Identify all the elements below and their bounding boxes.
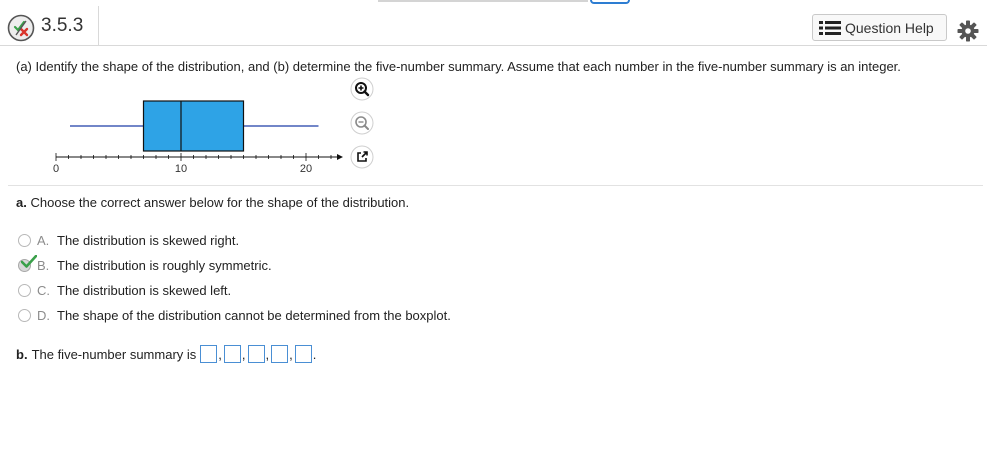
open-external-icon[interactable]: [350, 145, 374, 169]
separator: ,: [289, 346, 293, 362]
option-text: The distribution is roughly symmetric.: [57, 257, 272, 273]
radio-a[interactable]: [18, 233, 31, 247]
list-icon: [819, 20, 841, 35]
question-prompt: (a) Identify the shape of the distributi…: [16, 59, 901, 74]
option-text: The distribution is skewed right.: [57, 232, 240, 248]
tick-label: 10: [175, 163, 187, 175]
option-a[interactable]: A. The distribution is skewed right.: [18, 231, 239, 249]
zoom-in-icon[interactable]: [350, 77, 374, 101]
boxplot-chart: 0 10 20: [53, 100, 343, 175]
zoom-out-icon[interactable]: [350, 111, 374, 135]
option-letter: D.: [37, 307, 50, 323]
boxplot-figure: 0 10 20: [52, 88, 352, 180]
option-c[interactable]: C. The distribution is skewed left.: [18, 281, 231, 299]
radio-b-selected[interactable]: [18, 254, 37, 272]
question-help-label: Question Help: [845, 19, 934, 36]
answer-box-q3[interactable]: [271, 345, 289, 363]
answer-box-max[interactable]: [294, 345, 312, 363]
option-letter: A.: [37, 232, 50, 248]
radio-c[interactable]: [18, 283, 31, 297]
radio-d[interactable]: [18, 308, 31, 322]
part-a-label: a.: [16, 195, 27, 210]
separator: .: [312, 346, 317, 362]
option-b[interactable]: B. The distribution is roughly symmetric…: [18, 254, 272, 274]
question-help-button[interactable]: Question Help: [812, 14, 947, 41]
section-divider: [8, 185, 983, 186]
strip-divider: [378, 0, 588, 2]
question-header: 3.5.3 Question Help: [0, 6, 987, 46]
answer-box-min[interactable]: [200, 345, 218, 363]
question-number: 3.5.3: [41, 15, 84, 36]
part-b-label: b.: [16, 346, 28, 362]
part-b-row: b. The five-number summary is , , , , .: [16, 344, 317, 364]
option-text: The distribution is skewed left.: [57, 282, 232, 298]
strip-tab[interactable]: [590, 0, 630, 4]
incorrect-status-icon: [7, 14, 35, 42]
answer-box-median[interactable]: [247, 345, 265, 363]
iqr-box: [142, 100, 245, 152]
option-d[interactable]: D. The shape of the distribution cannot …: [18, 306, 451, 324]
part-a-text: Choose the correct answer below for the …: [30, 195, 410, 210]
option-letter: B.: [37, 257, 50, 273]
separator: ,: [218, 346, 222, 362]
separator: ,: [265, 346, 270, 362]
option-text: The shape of the distribution cannot be …: [57, 307, 451, 323]
tick-label: 0: [53, 163, 59, 175]
gear-icon[interactable]: [957, 20, 979, 42]
check-icon: [21, 254, 37, 268]
answer-box-q1[interactable]: [223, 345, 241, 363]
toolbar-strip: [378, 0, 630, 4]
part-b-text: The five-number summary is: [31, 346, 197, 362]
option-letter: C.: [37, 282, 50, 298]
header-divider: [98, 6, 99, 46]
axis-arrow: [337, 154, 343, 160]
part-a-instruction: a. Choose the correct answer below for t…: [16, 195, 409, 210]
tick-label: 20: [300, 163, 312, 175]
separator: ,: [241, 346, 246, 362]
